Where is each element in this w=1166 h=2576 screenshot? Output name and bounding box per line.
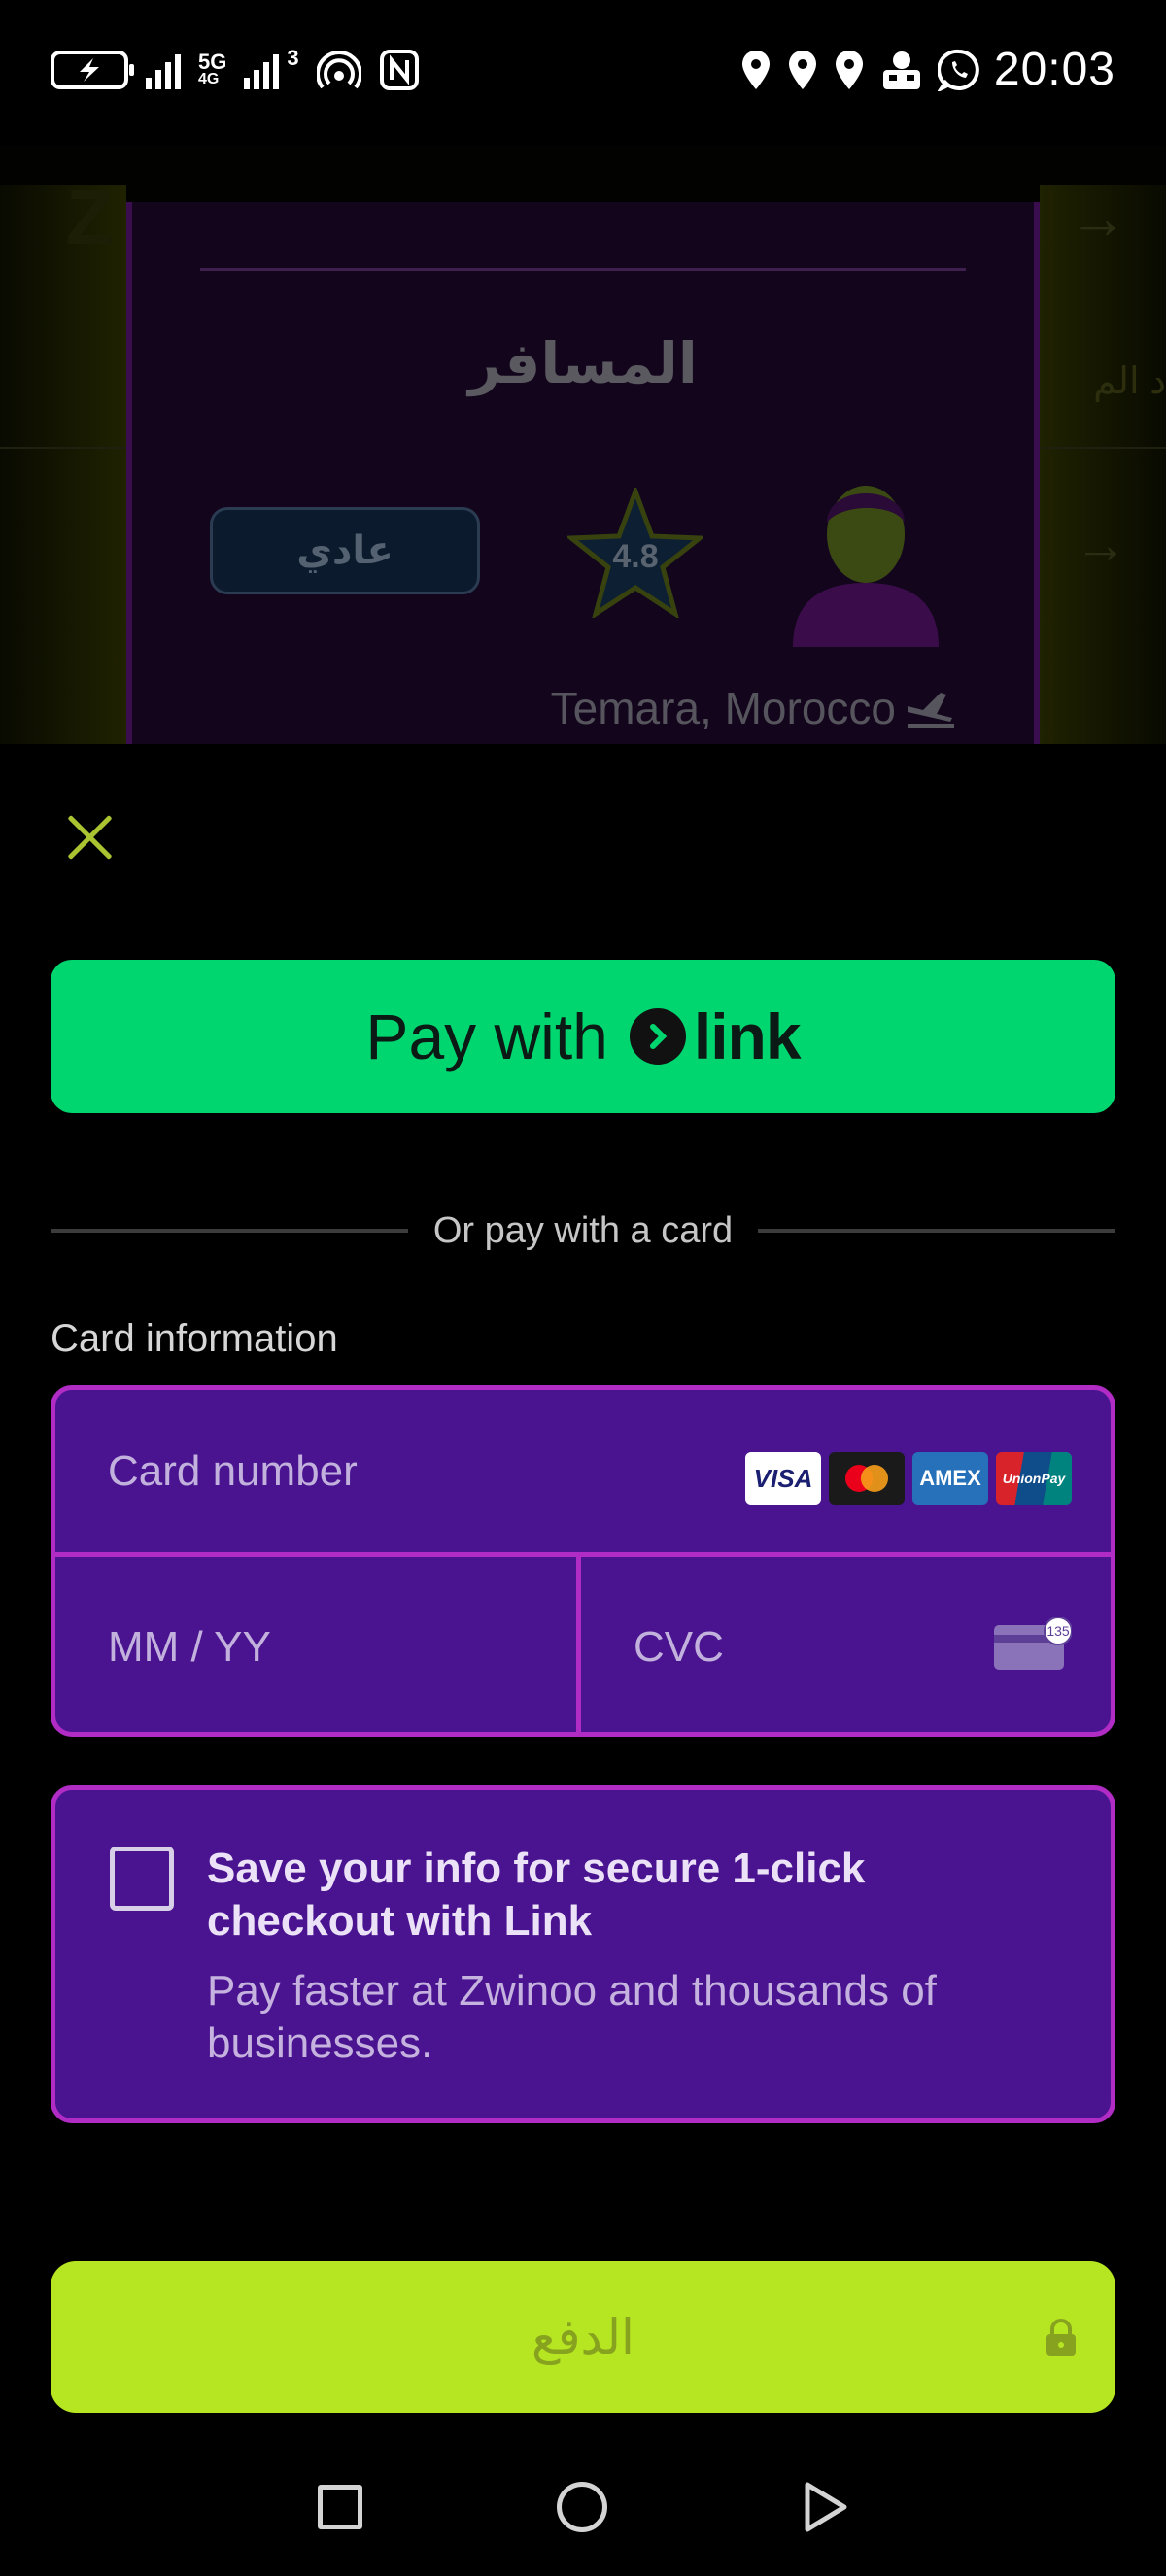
status-left: 5G 4G 3 (51, 46, 420, 91)
save-info-title: Save your info for secure 1-click checko… (207, 1845, 866, 1945)
passenger-location-text: Temara, Morocco (550, 683, 896, 733)
home-button[interactable] (557, 2482, 607, 2532)
card-information-box: Card number VISA AMEX UnionPay MM / YY C… (51, 1385, 1115, 1737)
visa-icon: VISA (745, 1452, 821, 1505)
link-brand-text: link (693, 1000, 802, 1072)
background-next-arrow-icon: → (1075, 516, 1127, 574)
card-brand-icons: VISA AMEX UnionPay (745, 1452, 1072, 1505)
divider-line-left (51, 1229, 408, 1233)
nfc-icon (379, 50, 419, 90)
pay-button-label: الدفع (532, 2309, 634, 2365)
payment-sheet: Pay with link Or pay with a card Card in… (0, 744, 1166, 2438)
network-4g-label: 4G (198, 71, 220, 87)
recent-apps-button[interactable] (318, 2485, 362, 2529)
passenger-location: Temara, Morocco (551, 682, 958, 734)
card-information-label: Card information (51, 1317, 338, 1360)
passenger-category-badge: عادي (210, 507, 480, 594)
divider-line-right (758, 1229, 1115, 1233)
or-pay-with-card-divider: Or pay with a card (51, 1204, 1115, 1257)
rating-value: 4.8 (612, 538, 658, 575)
passenger-card-divider (200, 268, 966, 271)
rating-star-icon: 4.8 (567, 488, 703, 618)
background-glow-right (1040, 185, 1166, 744)
status-right: 20:03 (739, 43, 1115, 96)
signal-strength-icon (146, 51, 181, 89)
pay-with-link-label: Pay with (365, 1000, 608, 1072)
unionpay-icon: UnionPay (996, 1452, 1072, 1505)
background-glow-left (0, 185, 126, 744)
navigation-bar (0, 2438, 1166, 2576)
network-type: 5G 4G (198, 50, 227, 87)
link-logo: link (629, 1000, 802, 1073)
status-bar: 5G 4G 3 20:03 (0, 0, 1166, 146)
delivery-app-icon (882, 51, 920, 89)
plane-landing-icon (908, 693, 954, 728)
amex-icon: AMEX (912, 1452, 988, 1505)
passenger-avatar (793, 486, 939, 647)
clock: 20:03 (993, 44, 1115, 95)
whatsapp-icon (937, 49, 979, 91)
signal-strength-2-icon (244, 51, 280, 89)
passenger-title: المسافر (468, 332, 698, 395)
svg-text:135: 135 (1046, 1623, 1070, 1639)
passenger-card: المسافر عادي 4.8 Temara, Morocco (126, 202, 1040, 744)
expiry-placeholder: MM / YY (108, 1622, 271, 1671)
hotspot-icon (316, 51, 361, 89)
background-app-logo: Z (66, 174, 114, 260)
battery-charging-icon (51, 51, 134, 89)
divider-text: Or pay with a card (432, 1209, 734, 1251)
background-page: Z → → د الم المسافر عادي 4.8 Temara, Mor… (0, 146, 1166, 744)
lock-icon (1046, 2319, 1076, 2356)
location-pin-icon (741, 50, 770, 89)
close-icon[interactable] (64, 812, 115, 863)
card-number-field[interactable]: Card number VISA AMEX UnionPay (55, 1390, 1111, 1557)
pay-button[interactable]: الدفع (51, 2261, 1115, 2413)
cvc-card-icon: 135 (994, 1617, 1072, 1670)
save-info-subtitle: Pay faster at Zwinoo and thousands of bu… (207, 1967, 937, 2067)
mastercard-icon (829, 1452, 905, 1505)
network-5g-label: 5G (198, 50, 227, 74)
background-side-text: د الم (1093, 361, 1166, 402)
save-info-box: Save your info for secure 1-click checko… (51, 1785, 1115, 2123)
background-back-arrow-icon: → (1069, 186, 1127, 251)
cvc-placeholder: CVC (634, 1622, 724, 1671)
cvc-field[interactable]: CVC 135 (581, 1557, 1111, 1732)
back-button[interactable] (802, 2481, 848, 2533)
location-pin-icon (835, 50, 863, 89)
save-info-checkbox[interactable] (110, 1847, 174, 1911)
pay-with-link-button[interactable]: Pay with link (51, 960, 1115, 1113)
location-pin-icon (788, 50, 816, 89)
card-expiry-cvc-row: MM / YY CVC 135 (55, 1557, 1111, 1732)
sim2-label: 3 (287, 46, 299, 70)
expiry-field[interactable]: MM / YY (55, 1557, 581, 1732)
link-chevron-icon (629, 1008, 686, 1065)
card-number-placeholder: Card number (108, 1446, 358, 1495)
